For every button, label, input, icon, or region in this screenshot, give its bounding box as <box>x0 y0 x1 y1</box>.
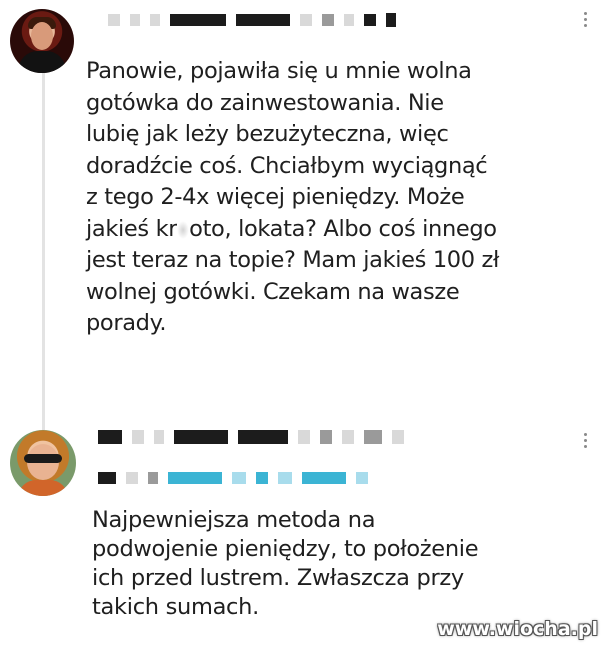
comment-line: jakieś kr oto, lokata? Albo coś innego <box>86 214 610 246</box>
avatar[interactable] <box>10 430 76 496</box>
watermark: www.wiocha.pl <box>437 618 598 640</box>
comment-line-part: oto, lokata? Albo coś innego <box>189 215 497 242</box>
comment-line: podwojenie pieniędzy, to położenie <box>92 536 479 562</box>
comment-text: Panowie, pojawiła się u mnie wolna gotów… <box>86 56 610 340</box>
comment-line: Panowie, pojawiła się u mnie wolna <box>86 58 472 84</box>
more-vertical-icon[interactable] <box>584 12 588 27</box>
comment-author-redacted <box>108 13 396 27</box>
comment-line: Najpewniejsza metoda na <box>92 507 376 533</box>
avatar[interactable] <box>10 9 74 73</box>
comment-line: lubię jak leży bezużyteczna, więc <box>86 121 449 147</box>
comment-meta-redacted <box>98 472 368 484</box>
comment-line: doradźcie coś. Chciałbym wyciągnąć <box>86 152 488 179</box>
more-vertical-icon[interactable] <box>584 433 588 448</box>
censor-blur <box>177 220 190 239</box>
comment-author-redacted <box>98 430 404 444</box>
comment-line: ich przed lustrem. Zwłaszcza przy <box>92 565 464 591</box>
comment-line: gotówka do zainwestowania. Nie <box>86 89 444 116</box>
comment-line: z tego 2-4x więcej pieniędzy. Może <box>86 184 465 210</box>
comment-text: Najpewniejsza metoda na podwojenie pieni… <box>92 506 602 622</box>
comment-line: porady. <box>86 310 167 336</box>
comment-line-part: jakieś kr <box>86 215 178 242</box>
comment-line: wolnej gotówki. Czekam na wasze <box>86 278 460 305</box>
thread-line <box>42 70 45 430</box>
comment-line: jest teraz na topie? Mam jakieś 100 zł <box>86 247 500 273</box>
